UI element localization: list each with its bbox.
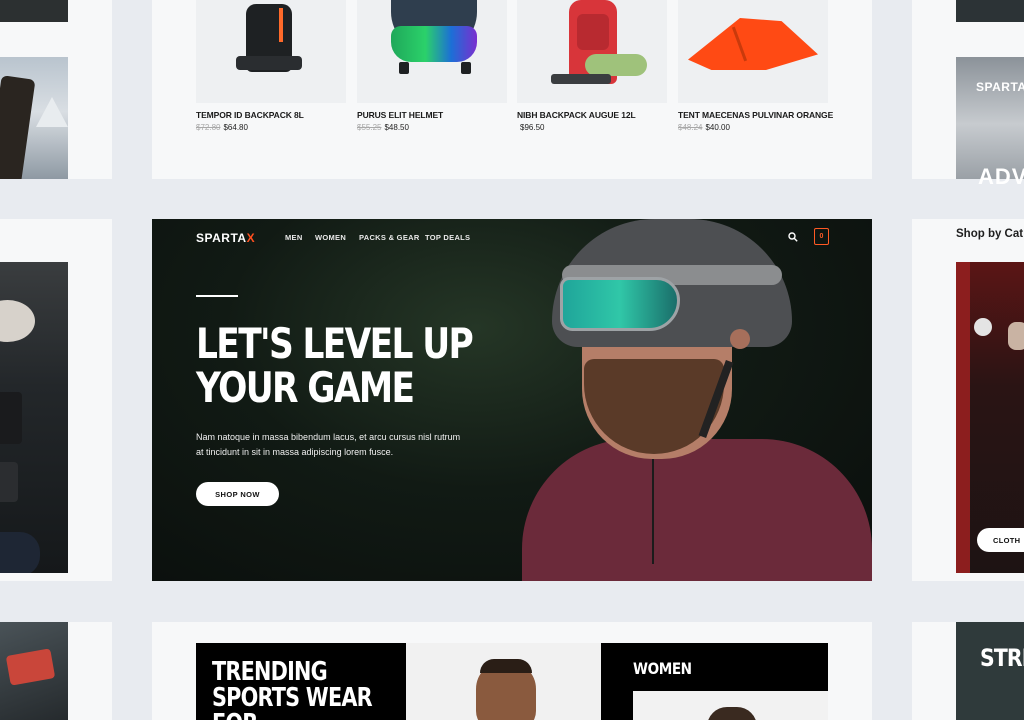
cyclist-photo	[522, 219, 872, 581]
athlete-photo	[406, 643, 601, 720]
women-title: WOMEN	[633, 659, 692, 678]
current-price: $48.50	[384, 123, 409, 132]
current-price: $40.00	[705, 123, 730, 132]
nav-men[interactable]: MEN	[285, 233, 303, 242]
old-price: $55.25	[357, 123, 382, 132]
logo-accent: X	[246, 231, 256, 245]
product-card[interactable]: PURUS ELIT HELMET $55.25 $48.50	[357, 0, 507, 132]
hero-section: SPARTAX MEN WOMEN PACKS & GEAR TOP DEALS…	[152, 219, 872, 581]
tent-image[interactable]	[678, 0, 828, 103]
left-card-bottom	[0, 622, 112, 720]
left-card-top	[0, 0, 112, 179]
mountain-tree-photo	[0, 57, 68, 179]
category-photo	[956, 262, 1024, 573]
product-card[interactable]: TEMPOR ID BACKPACK 8L $72.80 $64.80	[196, 0, 346, 132]
product-price: $72.80 $64.80	[196, 123, 248, 132]
cart-icon[interactable]: 0	[814, 228, 829, 245]
women-photo	[633, 691, 828, 720]
product-price: $48.24 $40.00	[678, 123, 730, 132]
hero-title-line1: LET'S LEVEL UP	[196, 319, 474, 368]
shoe-photo	[0, 622, 68, 720]
old-price: $48.24	[678, 123, 703, 132]
cart-count: 0	[819, 233, 824, 240]
hero-title: LET'S LEVEL UP YOUR GAME	[196, 319, 474, 412]
search-icon[interactable]	[788, 232, 798, 242]
cloudy-sky-photo	[956, 57, 1024, 179]
right-dark-photo	[956, 0, 1024, 22]
current-price: $96.50	[520, 123, 545, 132]
nav-women[interactable]: WOMEN	[315, 233, 346, 242]
product-price: $96.50	[517, 123, 544, 132]
women-category-card[interactable]: WOMEN	[601, 643, 828, 720]
product-name[interactable]: TEMPOR ID BACKPACK 8L	[196, 110, 304, 120]
trending-line1: TRENDING	[212, 657, 328, 687]
gym-dumbbell-photo	[0, 262, 68, 573]
left-card-middle	[0, 219, 112, 581]
brand-logo[interactable]: SPARTAX	[196, 231, 255, 245]
product-name[interactable]: PURUS ELIT HELMET	[357, 110, 443, 120]
left-dark-photo	[0, 0, 68, 22]
product-card[interactable]: TENT MAECENAS PULVINAR ORANGE $48.24 $40.…	[678, 0, 833, 132]
street-heading: STRE	[980, 644, 1024, 672]
logo-text: SPARTA	[196, 231, 247, 245]
backpack-image[interactable]	[196, 0, 346, 103]
product-strip: TEMPOR ID BACKPACK 8L $72.80 $64.80 PURUS…	[152, 0, 872, 179]
brand-logo-secondary: SPARTA	[976, 80, 1024, 94]
product-name[interactable]: NIBH BACKPACK AUGUE 12L	[517, 110, 636, 120]
nav-packs-gear[interactable]: PACKS & GEAR	[359, 233, 420, 242]
product-price: $55.25 $48.50	[357, 123, 409, 132]
product-name[interactable]: TENT MAECENAS PULVINAR ORANGE	[678, 110, 833, 120]
hero-description: Nam natoque in massa bibendum lacus, et …	[196, 432, 461, 457]
trending-title: TRENDING SPORTS WEAR FOR	[212, 657, 373, 720]
hero-title-line2: YOUR GAME	[196, 363, 415, 412]
old-price: $72.80	[196, 123, 221, 132]
trending-banner[interactable]: TRENDING SPORTS WEAR FOR	[196, 643, 406, 720]
shop-by-category-heading: Shop by Cat	[956, 228, 1024, 240]
right-card-middle	[912, 219, 1024, 581]
hiking-backpack-image[interactable]	[517, 0, 667, 103]
helmet-image[interactable]	[357, 0, 507, 103]
product-card[interactable]: NIBH BACKPACK AUGUE 12L $96.50	[517, 0, 667, 132]
clothing-button[interactable]: CLOTH	[977, 528, 1024, 552]
hero-divider	[196, 295, 238, 297]
current-price: $64.80	[223, 123, 248, 132]
adventure-heading: ADVE	[978, 164, 1024, 189]
trending-line2: SPORTS WEAR	[212, 683, 373, 713]
nav-top-deals[interactable]: TOP DEALS	[425, 233, 470, 242]
shop-now-button[interactable]: SHOP NOW	[196, 482, 279, 506]
